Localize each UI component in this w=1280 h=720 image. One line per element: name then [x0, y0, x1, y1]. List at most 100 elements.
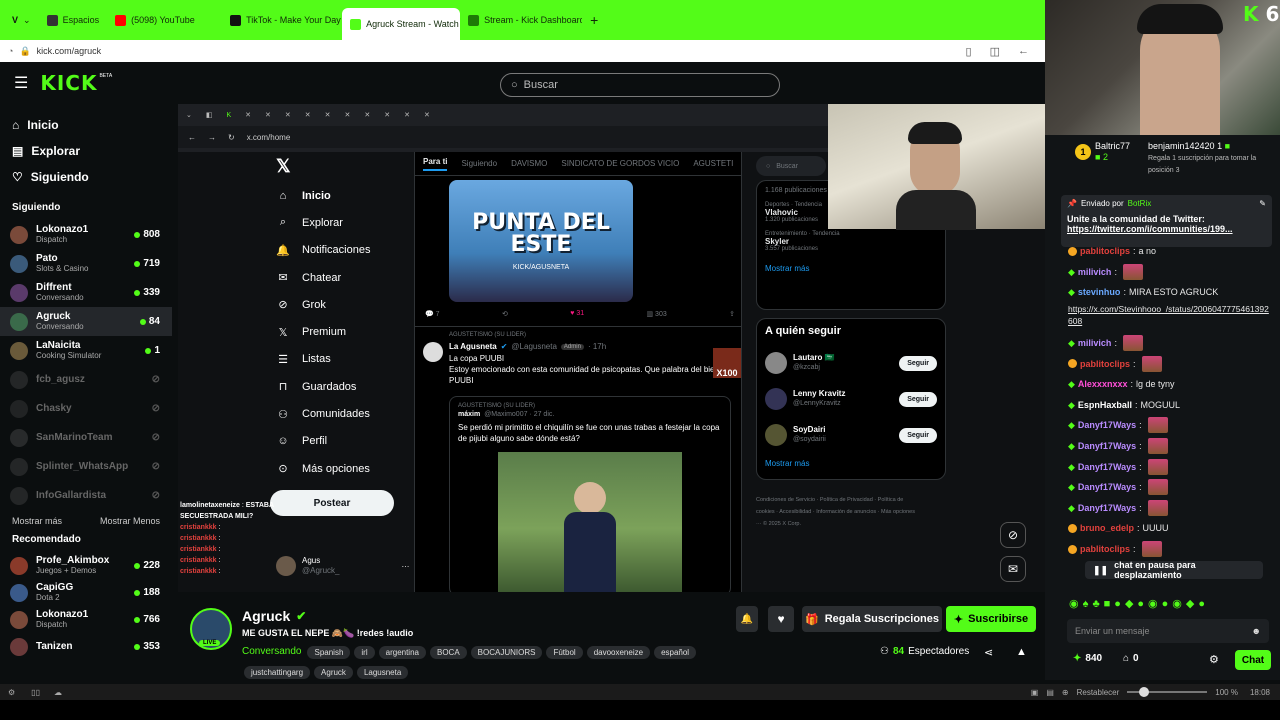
chat-username[interactable]: milivich: [1078, 337, 1112, 349]
sync-icon[interactable]: ⚙: [8, 688, 15, 697]
x-nav-mail[interactable]: ✉ Chatear: [276, 264, 406, 291]
stream-tag[interactable]: español: [654, 646, 697, 659]
tab-kick-dashboard[interactable]: Stream - Kick Dashboard: [460, 5, 582, 35]
kick-logo[interactable]: KICK: [40, 71, 97, 95]
x-timeline-tab[interactable]: SINDICATO DE GORDOS VICIO: [561, 159, 679, 168]
back-arrow-icon[interactable]: ←: [1018, 45, 1029, 58]
follow-button[interactable]: Seguir: [899, 391, 937, 407]
page-actions-icon[interactable]: ⊕: [1062, 688, 1069, 697]
capture-icon[interactable]: ▣: [1031, 688, 1039, 697]
messages-icon[interactable]: ✉: [1000, 556, 1026, 582]
sidebar-channel[interactable]: Lokonazo1 Dispatch 808: [0, 220, 172, 249]
sidebar-channel[interactable]: InfoGallardista ⊘: [0, 481, 172, 510]
sidebar-nav-home[interactable]: ⌂ Inicio: [0, 112, 172, 138]
chat-username[interactable]: pablitoclips: [1080, 543, 1130, 555]
like-icon[interactable]: ♥ 31: [570, 310, 584, 318]
recommended-channel[interactable]: Tanizen 353: [0, 633, 172, 660]
stream-tag[interactable]: BOCAJUNIORS: [470, 646, 543, 659]
chat-message[interactable]: ◆ EspnHaxball: MOGUUL: [1045, 395, 1280, 416]
x-search-input[interactable]: ○ Buscar: [756, 156, 826, 176]
stream-tag[interactable]: BOCA: [429, 646, 467, 659]
chat-username[interactable]: Danyf17Ways: [1078, 440, 1136, 452]
x-timeline-tab[interactable]: AGUSTETI: [693, 159, 733, 168]
show-more-link[interactable]: Mostrar más: [765, 264, 937, 273]
sidebar-channel[interactable]: Pato Slots & Casino 719: [0, 249, 172, 278]
x-nav-more[interactable]: ⊙ Más opciones: [276, 455, 406, 482]
report-icon[interactable]: ▲: [1016, 646, 1027, 658]
sidebar-channel[interactable]: Chasky ⊘: [0, 394, 172, 423]
share-icon[interactable]: ⋖: [984, 646, 993, 659]
x-nav-list[interactable]: ☰ Listas: [276, 346, 406, 373]
chat-username[interactable]: pablitoclips: [1080, 358, 1130, 370]
chat-username[interactable]: Danyf17Ways: [1078, 481, 1136, 493]
chat-input[interactable]: Enviar un mensaje ☻: [1067, 619, 1269, 643]
show-less-button[interactable]: Mostrar Menos: [100, 516, 160, 526]
show-more-button[interactable]: Mostrar más: [12, 516, 62, 526]
recommended-channel[interactable]: Lokonazo1 Dispatch 766: [0, 606, 172, 633]
chat-username[interactable]: Danyf17Ways: [1078, 502, 1136, 514]
chat-username[interactable]: pablitoclips: [1080, 245, 1130, 257]
x-nav-x-premium[interactable]: 𝕏 Premium: [276, 318, 406, 345]
stream-tag[interactable]: justchattingarg: [244, 666, 311, 679]
reset-zoom-button[interactable]: Restablecer: [1077, 688, 1120, 697]
chat-message[interactable]: ◆ Danyf17Ways:: [1045, 456, 1280, 477]
address-bar[interactable]: ◔ 🔒 kick.com/agruck ▯ ◫ ←: [0, 40, 1045, 62]
stream-tag[interactable]: Lagusneta: [356, 666, 409, 679]
chat-username[interactable]: EspnHaxball: [1078, 399, 1132, 411]
sidebar-channel[interactable]: SanMarinoTeam ⊘: [0, 423, 172, 452]
sidebar-nav-explore[interactable]: ▤ Explorar: [0, 138, 172, 164]
category-link[interactable]: Conversando: [242, 646, 301, 657]
chat-message[interactable]: ◆ Danyf17Ways:: [1045, 436, 1280, 457]
chat-message[interactable]: ◆ milivich:: [1045, 262, 1280, 283]
x-nav-communities[interactable]: ⚇ Comunidades: [276, 400, 406, 427]
x-quote-tweet[interactable]: AGUSTETISMO (SU LIDER) máxim @Maximo007 ·…: [449, 396, 731, 592]
follow-button[interactable]: Seguir: [899, 427, 937, 443]
sidebar-channel[interactable]: fcb_agusz ⊘: [0, 365, 172, 394]
follow-button[interactable]: Seguir: [899, 355, 937, 371]
tab-youtube[interactable]: (5098) YouTube: [107, 5, 222, 35]
stream-tag[interactable]: Agruck: [314, 666, 353, 679]
channel-points[interactable]: ✦ 840: [1073, 653, 1102, 664]
show-more-link[interactable]: Mostrar más: [765, 459, 937, 468]
recommended-channel[interactable]: Profe_Akimbox Juegos + Demos 228: [0, 552, 172, 579]
settings-gear-icon[interactable]: ⚙: [1209, 653, 1219, 666]
chat-message[interactable]: pablitoclips:: [1045, 539, 1280, 560]
stream-tag[interactable]: davooxeneize: [586, 646, 651, 659]
x-nav-profile[interactable]: ☺ Perfil: [276, 428, 406, 455]
chat-send-button[interactable]: Chat: [1235, 650, 1271, 670]
x-timeline-tab[interactable]: Siguiendo: [461, 159, 497, 168]
chat-message[interactable]: ◆ Danyf17Ways:: [1045, 498, 1280, 519]
x-nav-search[interactable]: ⌕ Explorar: [276, 209, 406, 236]
repost-icon[interactable]: ⟲: [502, 310, 508, 318]
x-timeline-tab[interactable]: DAVISMO: [511, 159, 547, 168]
chat-message[interactable]: ◆ Alexxxnxxx: lg de tyny: [1045, 374, 1280, 395]
search-input[interactable]: ○ Buscar: [500, 73, 780, 97]
sidebar-channel[interactable]: Splinter_WhatsApp ⊘: [0, 452, 172, 481]
chat-message[interactable]: ◆ milivich:: [1045, 333, 1280, 354]
share-icon[interactable]: ⇪: [729, 310, 735, 318]
sidebar-nav-following[interactable]: ♡ Siguiendo: [0, 164, 172, 190]
video-player[interactable]: ⌄ ◧ K ✕ ✕ ✕ ✕ ✕ ✕ ✕ ✕ ✕ ✕ ← → ↻ x.com/home 𝕏 ⌂ Inicio ⌕ Ex…: [178, 104, 1045, 592]
cloud-icon[interactable]: ☁: [54, 688, 62, 697]
zoom-slider[interactable]: [1127, 687, 1208, 697]
tab-tiktok[interactable]: TikTok - Make Your Day: [222, 5, 342, 35]
subscribe-button[interactable]: ✦ Suscribirse: [946, 606, 1036, 632]
new-tab-button[interactable]: +: [582, 5, 606, 35]
chat-message[interactable]: https://x.com/Stevinhooo_/status/2006047…: [1045, 303, 1280, 333]
streamer-name[interactable]: Agruck ✔: [242, 608, 306, 624]
predictions-count[interactable]: ⌂ 0: [1123, 653, 1139, 664]
chat-message[interactable]: ◆ Danyf17Ways:: [1045, 415, 1280, 436]
chat-message[interactable]: pablitoclips: a no: [1045, 241, 1280, 262]
grok-icon[interactable]: ⊘: [1000, 522, 1026, 548]
chat-message[interactable]: ◆ Danyf17Ways:: [1045, 477, 1280, 498]
sidepanel-icon[interactable]: ◫: [990, 45, 1000, 58]
x-nav-bookmark[interactable]: ⊓ Guardados: [276, 373, 406, 400]
stream-tag[interactable]: irl: [354, 646, 375, 659]
stream-tag[interactable]: Spanish: [307, 646, 351, 659]
browser-menu-button[interactable]: V ⌄: [4, 5, 39, 35]
x-timeline-tab[interactable]: Para ti: [423, 157, 448, 171]
views-icon[interactable]: ▥ 303: [646, 310, 666, 318]
stream-tag[interactable]: argentina: [378, 646, 426, 659]
pinned-message[interactable]: 📌 Enviado por BotRix ✎ Unite a la comunidad…: [1061, 195, 1272, 247]
tab-spaces[interactable]: Espacios: [39, 5, 108, 35]
